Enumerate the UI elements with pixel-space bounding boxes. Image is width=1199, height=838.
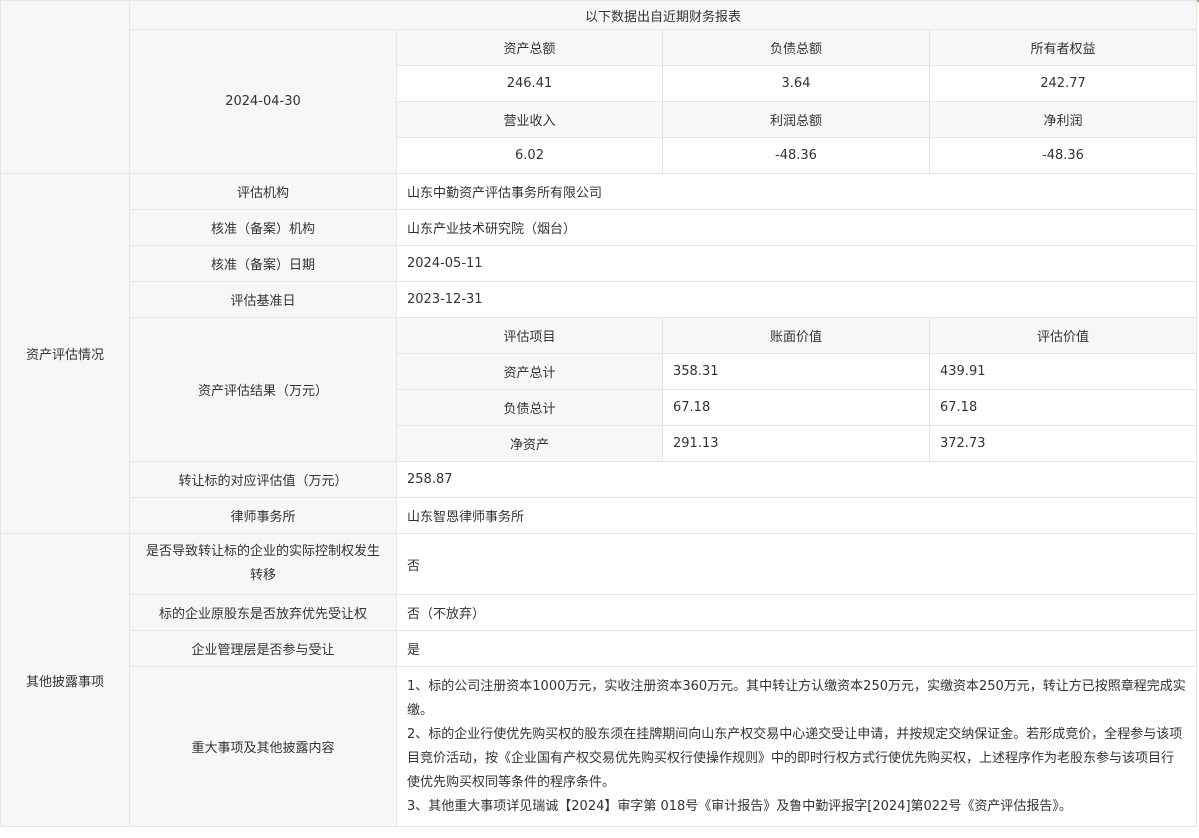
transfer-value-label: 转让标的对应评估值（万元） bbox=[129, 461, 397, 498]
preemptive-label: 标的企业原股东是否放弃优先受让权 bbox=[129, 594, 397, 631]
major-items-content: 1、标的公司注册资本1000万元，实收注册资本360万元。其中转让方认缴资本25… bbox=[395, 666, 1198, 827]
result-row-book: 291.13 bbox=[662, 425, 930, 462]
control-change-value: 否 bbox=[395, 533, 1198, 595]
header-total-profit: 利润总额 bbox=[662, 101, 930, 138]
header-net-profit: 净利润 bbox=[928, 101, 1198, 138]
major-item: 3、其他重大事项详见瑞诚【2024】审字第 018号《审计报告》及鲁中勤评报字[… bbox=[407, 798, 1072, 814]
transfer-value: 258.87 bbox=[395, 461, 1198, 498]
major-items-label: 重大事项及其他披露内容 bbox=[129, 666, 397, 827]
approval-date-value: 2024-05-11 bbox=[395, 245, 1198, 282]
header-total-liabilities: 负债总额 bbox=[662, 29, 930, 66]
valuation-category: 资产评估情况 bbox=[0, 173, 130, 534]
agency-value: 山东中勤资产评估事务所有限公司 bbox=[395, 173, 1198, 210]
control-change-label: 是否导致转让标的企业的实际控制权发生转移 bbox=[129, 533, 397, 595]
result-row-book: 358.31 bbox=[662, 353, 930, 390]
value-net-profit: -48.36 bbox=[928, 137, 1198, 174]
result-row-item: 资产总计 bbox=[396, 353, 663, 390]
header-revenue: 营业收入 bbox=[396, 101, 663, 138]
approval-date-label: 核准（备案）日期 bbox=[129, 245, 397, 282]
result-row-appraised: 439.91 bbox=[928, 353, 1198, 390]
header-total-assets: 资产总额 bbox=[396, 29, 663, 66]
law-firm-label: 律师事务所 bbox=[129, 497, 397, 534]
base-date-label: 评估基准日 bbox=[129, 281, 397, 318]
financial-category-cell bbox=[0, 0, 130, 174]
result-row-appraised: 372.73 bbox=[928, 425, 1198, 462]
value-owners-equity: 242.77 bbox=[928, 65, 1198, 102]
result-row-item: 负债总计 bbox=[396, 389, 663, 426]
preemptive-value: 否（不放弃） bbox=[395, 594, 1198, 631]
result-row-item: 净资产 bbox=[396, 425, 663, 462]
management-value: 是 bbox=[395, 630, 1198, 667]
major-item: 2、标的企业行使优先购买权的股东须在挂牌期间向山东产权交易中心递交受让申请，并按… bbox=[407, 726, 1183, 790]
disclosure-table: 以下数据出自近期财务报表 2024-04-30 资产总额 负债总额 所有者权益 … bbox=[0, 0, 1198, 827]
value-revenue: 6.02 bbox=[396, 137, 663, 174]
other-category: 其他披露事项 bbox=[0, 533, 130, 827]
result-row-book: 67.18 bbox=[662, 389, 930, 426]
value-total-assets: 246.41 bbox=[396, 65, 663, 102]
result-header-appraised: 评估价值 bbox=[928, 317, 1198, 354]
result-row-appraised: 67.18 bbox=[928, 389, 1198, 426]
header-owners-equity: 所有者权益 bbox=[928, 29, 1198, 66]
approval-org-value: 山东产业技术研究院（烟台） bbox=[395, 209, 1198, 246]
result-header-book: 账面价值 bbox=[662, 317, 930, 354]
major-item: 1、标的公司注册资本1000万元，实收注册资本360万元。其中转让方认缴资本25… bbox=[407, 678, 1186, 718]
management-label: 企业管理层是否参与受让 bbox=[129, 630, 397, 667]
value-total-profit: -48.36 bbox=[662, 137, 930, 174]
agency-label: 评估机构 bbox=[129, 173, 397, 210]
value-total-liabilities: 3.64 bbox=[662, 65, 930, 102]
financial-date: 2024-04-30 bbox=[129, 29, 397, 174]
result-label: 资产评估结果（万元） bbox=[129, 317, 397, 462]
result-header-item: 评估项目 bbox=[396, 317, 663, 354]
law-firm-value: 山东智恩律师事务所 bbox=[395, 497, 1198, 534]
financial-notice: 以下数据出自近期财务报表 bbox=[128, 0, 1198, 30]
base-date-value: 2023-12-31 bbox=[395, 281, 1198, 318]
approval-org-label: 核准（备案）机构 bbox=[129, 209, 397, 246]
